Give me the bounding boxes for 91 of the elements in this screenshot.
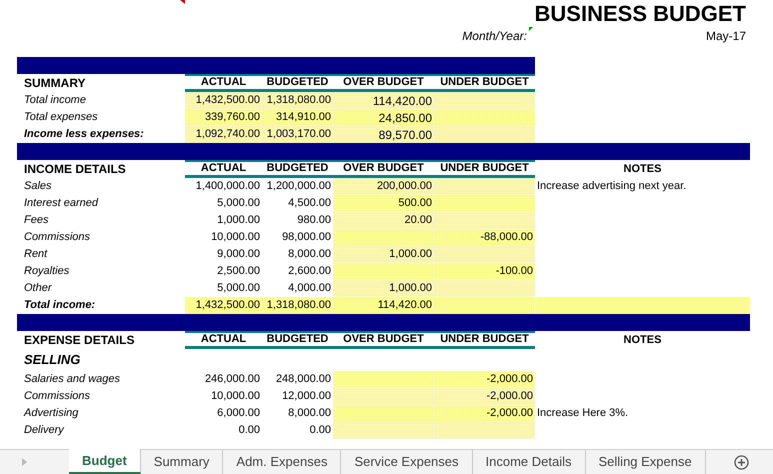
row-label: Total expenses	[24, 110, 98, 126]
table-cell: 24,850.00	[333, 109, 434, 126]
table-cell: -2,000.00	[434, 371, 535, 388]
table-cell: -2,000.00	[434, 388, 535, 405]
row-label: Fees	[24, 213, 48, 228]
row-label: Commissions	[24, 389, 90, 404]
table-cell: 1,003,170.00	[262, 126, 333, 143]
row-label: Royalties	[24, 264, 70, 280]
column-header: OVER BUDGET	[343, 162, 424, 174]
table-cell-text: 1,200,000.00	[266, 179, 332, 194]
table-cell-text: 12,000.00	[281, 389, 332, 404]
table-cell: -2,000.00	[434, 405, 535, 422]
row-label: Total income	[24, 93, 86, 108]
table-cell: 114,420.00	[333, 297, 434, 314]
column-header: UNDER BUDGET	[440, 333, 529, 346]
row-label: Delivery	[24, 423, 64, 438]
table-cell: 1,092,740.00	[185, 126, 262, 143]
column-header: BUDGETED	[266, 162, 328, 174]
table-cell-text: 9,000.00	[216, 247, 261, 262]
column-header: ACTUAL	[200, 76, 246, 88]
table-cell-text: 10,000.00	[210, 389, 261, 404]
table-cell: 1,000.00	[333, 280, 434, 297]
column-header: BUDGETED	[266, 333, 328, 346]
column-header: ACTUAL	[200, 333, 246, 346]
row-label: Commissions	[24, 230, 90, 246]
table-cell: 1,318,080.00	[262, 297, 333, 314]
table-cell-text: 8,000.00	[287, 247, 332, 262]
section-heading: EXPENSE DETAILS	[24, 333, 134, 347]
sheet-tab[interactable]: Budget	[69, 449, 141, 474]
table-cell: 114,420.00	[333, 92, 434, 109]
column-header: NOTES	[624, 162, 662, 175]
table-cell-text: 98,000.00	[281, 230, 332, 246]
column-header: OVER BUDGET	[343, 76, 424, 88]
table-cell-text: 980.00	[296, 213, 332, 228]
sheet-tab[interactable]: Adm. Expenses	[223, 450, 342, 474]
table-cell-text: 246,000.00	[204, 372, 261, 388]
table-cell-text: 1,000.00	[216, 213, 261, 228]
row-label: Interest earned	[24, 196, 98, 212]
table-cell-text: 1,400,000.00	[194, 179, 261, 194]
sheet-tab[interactable]: Summary	[140, 450, 224, 474]
section-heading: SUMMARY	[24, 76, 86, 90]
section-heading: INCOME DETAILS	[24, 162, 126, 176]
table-cell-text: 8,000.00	[287, 406, 332, 422]
column-header: NOTES	[624, 334, 662, 346]
row-label: Total income:	[24, 298, 96, 314]
table-cell-text: 4,500.00	[287, 196, 332, 212]
row-label: Other	[24, 281, 52, 296]
comment-marker-icon	[180, 0, 185, 4]
table-cell: 314,910.00	[262, 109, 333, 126]
column-header: OVER BUDGET	[343, 333, 424, 346]
subsection-heading: SELLING	[24, 351, 80, 370]
table-cell: 1,318,080.00	[262, 92, 333, 109]
table-cell: 89,570.00	[333, 126, 434, 143]
month-year-value: May-17	[706, 29, 746, 43]
month-year-label: Month/Year:	[462, 28, 527, 45]
table-cell: 1,432,500.00	[185, 92, 262, 109]
table-cell: 500.00	[333, 195, 434, 212]
column-header: UNDER BUDGET	[440, 76, 529, 88]
table-cell-text: 2,600.00	[287, 264, 332, 280]
table-cell-text: Increase Here 3%.	[536, 406, 630, 422]
row-label: Rent	[24, 247, 48, 262]
sheet-tab[interactable]: Selling Expense	[586, 450, 706, 474]
sheet-tab[interactable]: Service Expenses	[341, 450, 473, 474]
cell-marker-icon	[529, 27, 533, 31]
row-label: Advertising	[24, 406, 78, 422]
column-header: UNDER BUDGET	[440, 162, 529, 174]
budget-title: BUSINESS BUDGET	[534, 1, 746, 27]
table-cell-text: Increase advertising next year.	[536, 179, 688, 194]
table-cell: 1,000.00	[333, 246, 434, 263]
row-label: Salaries and wages	[24, 372, 120, 388]
table-cell: -100.00	[434, 263, 535, 280]
table-cell: 339,760.00	[185, 109, 262, 126]
table-cell-text: 0.00	[308, 423, 332, 438]
table-cell: -88,000.00	[434, 229, 535, 246]
table-cell: 1,432,500.00	[185, 297, 262, 314]
table-cell: 200,000.00	[333, 178, 434, 195]
table-cell-text: 5,000.00	[216, 281, 261, 296]
sheet-tab[interactable]: Income Details	[472, 450, 586, 474]
column-header: ACTUAL	[200, 162, 246, 174]
row-label: Income less expenses:	[24, 127, 144, 142]
table-cell: 20.00	[333, 212, 434, 229]
table-cell-text: 2,500.00	[216, 264, 261, 280]
row-label: Sales	[24, 179, 52, 194]
add-sheet-icon[interactable]	[734, 454, 749, 470]
table-cell-text: 4,000.00	[287, 281, 332, 296]
table-cell-text: 6,000.00	[216, 406, 261, 422]
table-cell-text: 5,000.00	[216, 196, 261, 212]
column-header: BUDGETED	[266, 76, 328, 88]
table-cell-text: 0.00	[238, 423, 261, 438]
table-cell-text: 10,000.00	[210, 230, 261, 246]
table-cell-text: 248,000.00	[274, 372, 332, 388]
